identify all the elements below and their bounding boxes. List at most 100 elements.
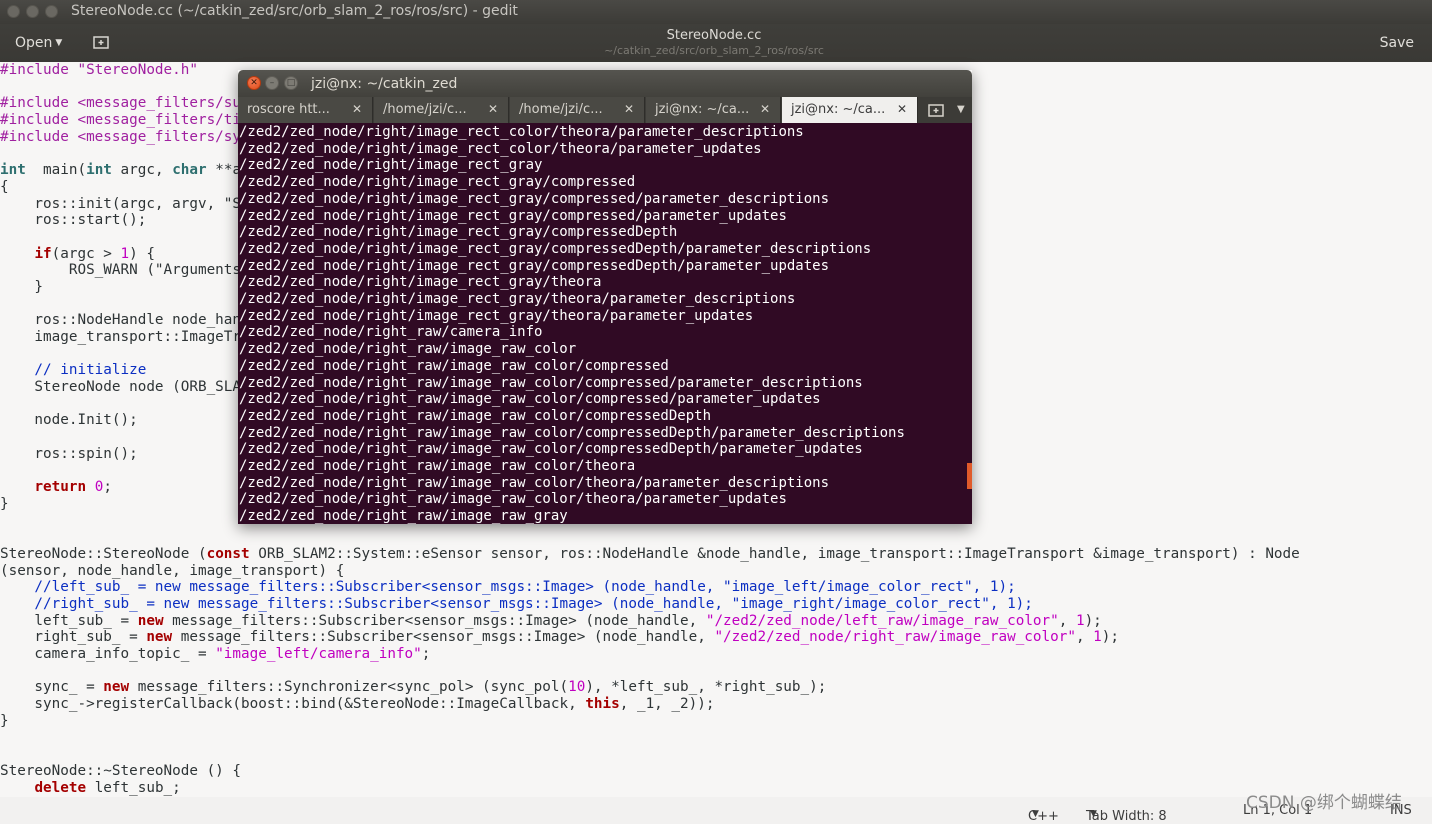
- tab-close-icon[interactable]: ✕: [760, 102, 770, 116]
- code-token: 10: [568, 679, 586, 696]
- code-line: }: [0, 713, 1300, 730]
- code-line: //right_sub_ = new message_filters::Subs…: [0, 596, 1300, 613]
- terminal-line: /zed2/zed_node/right_raw/image_raw_color…: [239, 391, 821, 408]
- code-token: if: [34, 245, 52, 262]
- code-token: left_sub_ =: [0, 612, 138, 629]
- code-token: );: [1101, 629, 1119, 646]
- code-token: );: [1084, 612, 1102, 629]
- terminal-line: /zed2/zed_node/right_raw/image_raw_color…: [239, 407, 712, 424]
- terminal-tab[interactable]: /home/jzi/c... ✕: [510, 97, 645, 123]
- code-token: ros::start();: [0, 212, 147, 229]
- code-token: ), *left_sub_, *right_sub_);: [585, 679, 827, 696]
- terminal-line: /zed2/zed_node/right_raw/image_raw_color…: [239, 458, 636, 475]
- code-token: ros::spin();: [0, 445, 138, 462]
- terminal-line: /zed2/zed_node/right_raw/image_raw_color: [239, 341, 577, 358]
- code-token: 1: [1093, 629, 1102, 646]
- terminal-titlebar: ✕ – □ jzi@nx: ~/catkin_zed: [238, 70, 972, 97]
- terminal-output[interactable]: /zed2/zed_node/right/image_rect_color/th…: [238, 123, 972, 524]
- code-token: const: [206, 545, 250, 562]
- code-token: char: [172, 162, 207, 179]
- code-token: ORB_SLAM2::System::eSensor sensor, ros::…: [249, 545, 1300, 562]
- code-token: return: [34, 479, 87, 496]
- new-tab-icon[interactable]: [928, 103, 944, 117]
- gedit-headerbar: Open ▼ StereoNode.cc ~/catkin_zed/src/orb…: [0, 24, 1432, 62]
- code-token: "/zed2/zed_node/left_raw/image_raw_color…: [705, 612, 1059, 629]
- maximize-icon[interactable]: □: [284, 76, 298, 90]
- code-token: delete: [34, 779, 87, 796]
- terminal-line: /zed2/zed_node/right/image_rect_gray/the…: [239, 307, 754, 324]
- code-token: argc,: [111, 162, 173, 179]
- tab-label: /home/jzi/c...: [383, 102, 467, 117]
- code-token: main(: [25, 162, 87, 179]
- terminal-line: /zed2/zed_node/right/image_rect_gray: [239, 157, 543, 174]
- code-token: StereoNode::~StereoNode () {: [0, 762, 242, 779]
- code-token: }: [0, 278, 44, 295]
- terminal-line: /zed2/zed_node/right/image_rect_gray/com…: [239, 224, 678, 241]
- code-line: delete left_sub_;: [0, 780, 1300, 797]
- document-title: StereoNode.cc: [666, 28, 762, 43]
- tab-width-label: Tab Width: 8: [1086, 809, 1167, 824]
- tab-label: jzi@nx: ~/ca...: [655, 102, 750, 117]
- minimize-icon[interactable]: –: [265, 76, 279, 90]
- code-token: int: [86, 162, 112, 179]
- code-token: ;: [421, 646, 431, 663]
- save-button[interactable]: Save: [1380, 35, 1414, 51]
- close-icon[interactable]: [7, 5, 20, 18]
- code-token: (sensor, node_handle, image_transport) {: [0, 562, 345, 579]
- code-token: new: [103, 679, 130, 696]
- chevron-down-icon: ▼: [1032, 809, 1039, 819]
- maximize-icon[interactable]: [45, 5, 58, 18]
- chevron-down-icon: ▼: [1090, 809, 1097, 819]
- code-line: camera_info_topic_ = "image_left/camera_…: [0, 646, 1300, 663]
- terminal-line: /zed2/zed_node/right/image_rect_color/th…: [239, 140, 762, 157]
- tab-close-icon[interactable]: ✕: [352, 102, 362, 116]
- code-token: camera_info_topic_ =: [0, 646, 216, 663]
- gedit-titlebar: StereoNode.cc (~/catkin_zed/src/orb_slam…: [0, 0, 1432, 24]
- terminal-window: ✕ – □ jzi@nx: ~/catkin_zed roscore htt..…: [238, 70, 972, 524]
- code-line: sync_ = new message_filters::Synchronize…: [0, 679, 1300, 696]
- code-token: 1: [1075, 612, 1085, 629]
- scrollbar-thumb[interactable]: [967, 463, 972, 489]
- code-token: message_filters::Subscriber<sensor_msgs:…: [172, 629, 715, 646]
- document-path: ~/catkin_zed/src/orb_slam_2_ros/ros/src: [604, 44, 824, 57]
- window-title: StereoNode.cc (~/catkin_zed/src/orb_slam…: [71, 3, 518, 19]
- terminal-line: /zed2/zed_node/right/image_rect_gray/com…: [239, 257, 830, 274]
- terminal-title: jzi@nx: ~/catkin_zed: [311, 76, 458, 92]
- tab-label: roscore htt...: [247, 102, 330, 117]
- code-token: "image_left/camera_info": [215, 646, 422, 663]
- terminal-tab-active[interactable]: jzi@nx: ~/ca... ✕: [782, 97, 918, 123]
- chevron-down-icon[interactable]: ▼: [957, 104, 965, 115]
- code-line: left_sub_ = new message_filters::Subscri…: [0, 613, 1300, 630]
- code-token: StereoNode::StereoNode (: [0, 545, 207, 562]
- code-token: new: [137, 612, 164, 629]
- terminal-line: /zed2/zed_node/right/image_rect_gray/the…: [239, 274, 602, 291]
- terminal-tab-bar: roscore htt... ✕ /home/jzi/c... ✕ /home/jz…: [238, 97, 972, 123]
- close-icon[interactable]: ✕: [247, 76, 261, 90]
- minimize-icon[interactable]: [26, 5, 39, 18]
- tab-close-icon[interactable]: ✕: [897, 102, 907, 116]
- code-token: {: [0, 178, 9, 195]
- code-token: "/zed2/zed_node/right_raw/image_raw_colo…: [714, 629, 1076, 646]
- code-token: int: [0, 162, 26, 179]
- watermark: CSDN @绑个蝴蝶结: [1246, 793, 1402, 813]
- terminal-line: /zed2/zed_node/right/image_rect_gray/com…: [239, 240, 872, 257]
- code-token: node.Init();: [0, 412, 138, 429]
- code-token: ;: [103, 479, 112, 496]
- terminal-tab[interactable]: jzi@nx: ~/ca... ✕: [646, 97, 781, 123]
- code-token: this: [585, 696, 620, 713]
- code-token: right_sub_ =: [0, 629, 147, 646]
- tab-label: /home/jzi/c...: [519, 102, 603, 117]
- code-line: right_sub_ = new message_filters::Subscr…: [0, 629, 1300, 646]
- code-token: sync_->registerCallback(boost::bind(&Ste…: [0, 696, 586, 713]
- code-token: ,: [1075, 629, 1094, 646]
- terminal-tab[interactable]: /home/jzi/c... ✕: [374, 97, 509, 123]
- terminal-tab[interactable]: roscore htt... ✕: [238, 97, 373, 123]
- tab-close-icon[interactable]: ✕: [624, 102, 634, 116]
- tab-close-icon[interactable]: ✕: [488, 102, 498, 116]
